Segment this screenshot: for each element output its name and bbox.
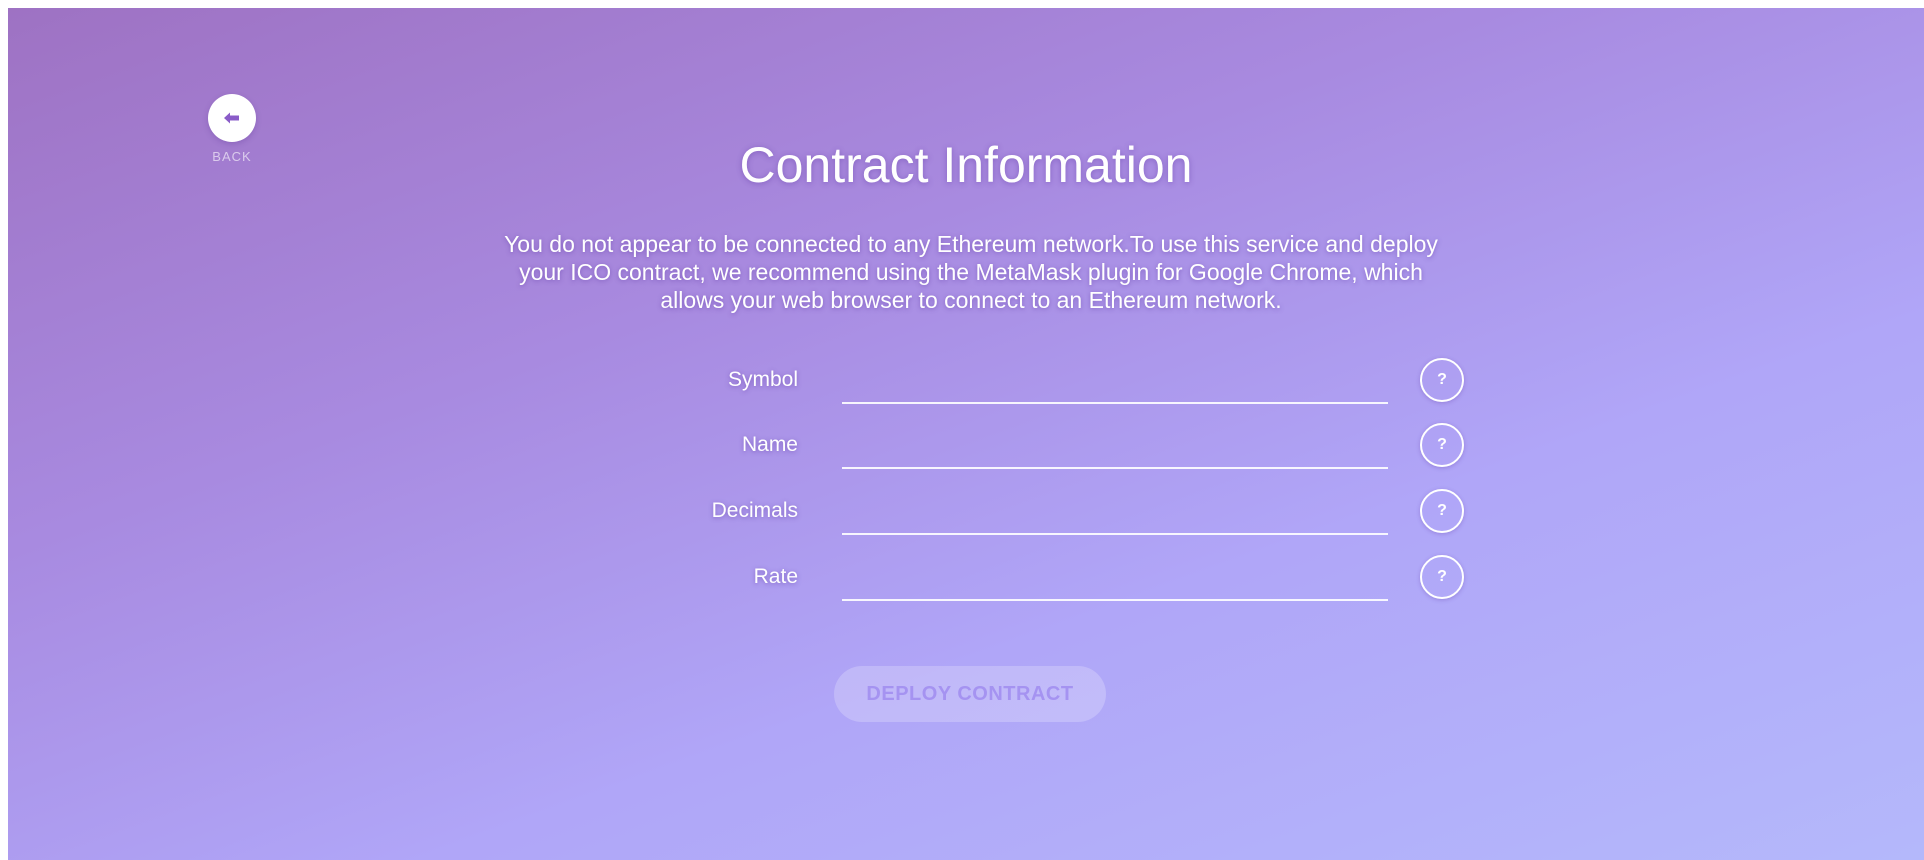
- rate-help-button[interactable]: ?: [1420, 555, 1464, 599]
- symbol-row: Symbol ?: [8, 358, 1924, 408]
- name-label: Name: [741, 433, 798, 456]
- decimals-input[interactable]: [842, 491, 1388, 535]
- arrow-left-icon: [222, 110, 242, 126]
- page-title: Contract Information: [739, 137, 1193, 193]
- page-background: BACK Contract Information You do not app…: [8, 8, 1924, 860]
- name-help-button[interactable]: ?: [1420, 423, 1464, 467]
- decimals-label: Decimals: [711, 499, 798, 522]
- rate-row: Rate ?: [8, 555, 1924, 605]
- decimals-row: Decimals ?: [8, 489, 1924, 539]
- symbol-help-button[interactable]: ?: [1420, 358, 1464, 402]
- rate-label: Rate: [753, 565, 798, 588]
- symbol-input[interactable]: [842, 360, 1388, 404]
- deploy-contract-button[interactable]: DEPLOY CONTRACT: [834, 666, 1106, 722]
- symbol-label: Symbol: [727, 368, 798, 391]
- back-button[interactable]: [208, 94, 256, 142]
- network-notice: You do not appear to be connected to any…: [504, 231, 1438, 313]
- rate-input[interactable]: [842, 557, 1388, 601]
- name-input[interactable]: [842, 425, 1388, 469]
- name-row: Name ?: [8, 423, 1924, 473]
- decimals-help-button[interactable]: ?: [1420, 489, 1464, 533]
